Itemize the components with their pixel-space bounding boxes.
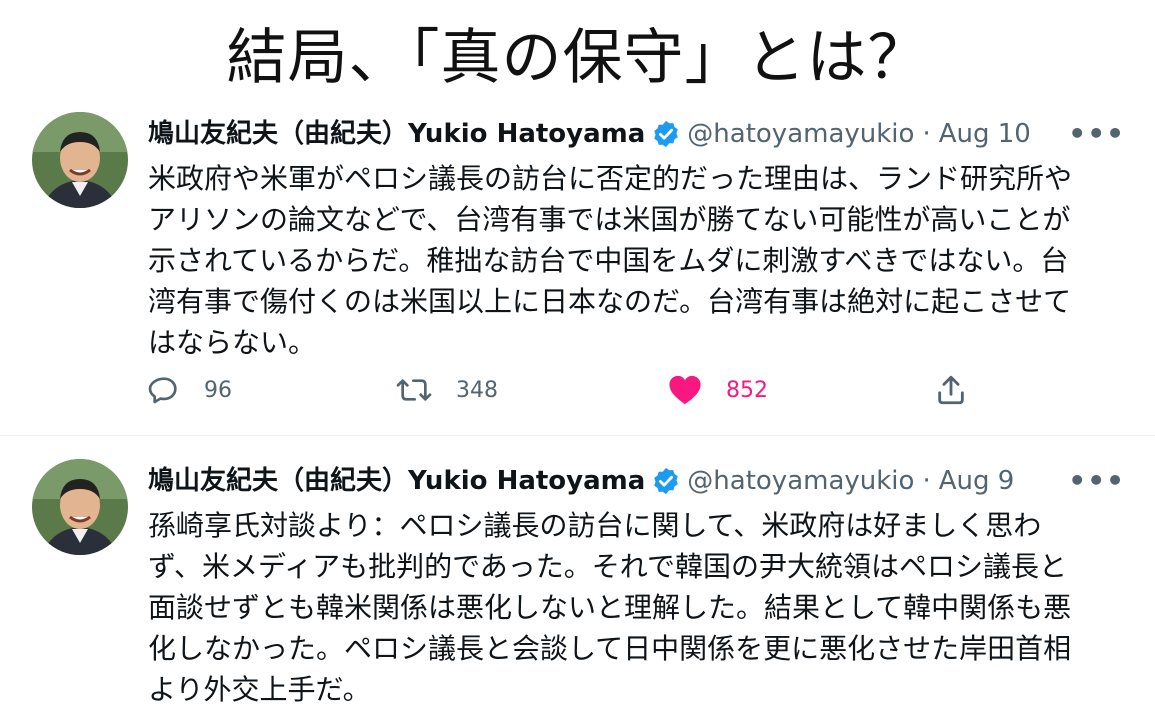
retweet-icon xyxy=(396,379,432,401)
like-button[interactable]: 852 xyxy=(668,370,768,410)
heart-filled-icon xyxy=(669,375,701,405)
avatar-photo xyxy=(32,112,128,208)
tweet-header: 鳩山友紀夫（由紀夫）Yukio Hatoyama @hatoyamayukio … xyxy=(148,114,1031,154)
more-options-icon[interactable]: ••• xyxy=(1068,114,1125,154)
retweet-button[interactable]: 348 xyxy=(396,370,498,410)
tweet-date[interactable]: Aug 10 xyxy=(939,114,1031,154)
tweet-header: 鳩山友紀夫（由紀夫）Yukio Hatoyama @hatoyamayukio … xyxy=(148,461,1014,501)
more-options-icon[interactable]: ••• xyxy=(1068,461,1125,501)
tweet[interactable]: 鳩山友紀夫（由紀夫）Yukio Hatoyama @hatoyamayukio … xyxy=(0,108,1155,428)
share-icon xyxy=(938,375,964,405)
reply-count: 96 xyxy=(204,377,232,403)
avatar[interactable] xyxy=(32,112,128,208)
avatar-photo xyxy=(32,459,128,555)
separator-dot: · xyxy=(922,119,931,149)
image-headline: 結局、「真の保守」とは？ xyxy=(226,23,929,93)
reply-button[interactable]: 96 xyxy=(148,370,232,410)
tweet-divider xyxy=(0,435,1155,436)
tweet-text: 孫崎享氏対談より：ペロシ議長の訪台に関して、米政府は好ましく思わ ず、米メディア… xyxy=(148,509,1072,706)
author-handle[interactable]: @hatoyamayukio xyxy=(687,461,914,501)
avatar[interactable] xyxy=(32,459,128,555)
tweet-date[interactable]: Aug 9 xyxy=(939,461,1015,501)
tweet-actions: 96 348 852 xyxy=(148,370,998,410)
reply-icon xyxy=(148,377,177,404)
separator-dot: · xyxy=(922,466,931,496)
share-button[interactable] xyxy=(934,370,992,410)
author-handle[interactable]: @hatoyamayukio xyxy=(687,114,914,154)
tweet-text: 米政府や米軍がペロシ議長の訪台に否定的だった理由は、ランド研究所や アリソンの論… xyxy=(148,162,1073,359)
tweet[interactable]: 鳩山友紀夫（由紀夫）Yukio Hatoyama @hatoyamayukio … xyxy=(0,455,1155,710)
author-name[interactable]: 鳩山友紀夫（由紀夫）Yukio Hatoyama xyxy=(148,461,645,501)
verified-badge-icon xyxy=(651,119,681,149)
like-count: 852 xyxy=(726,377,768,403)
retweet-count: 348 xyxy=(456,377,498,403)
verified-badge-icon xyxy=(651,466,681,496)
author-name[interactable]: 鳩山友紀夫（由紀夫）Yukio Hatoyama xyxy=(148,114,645,154)
